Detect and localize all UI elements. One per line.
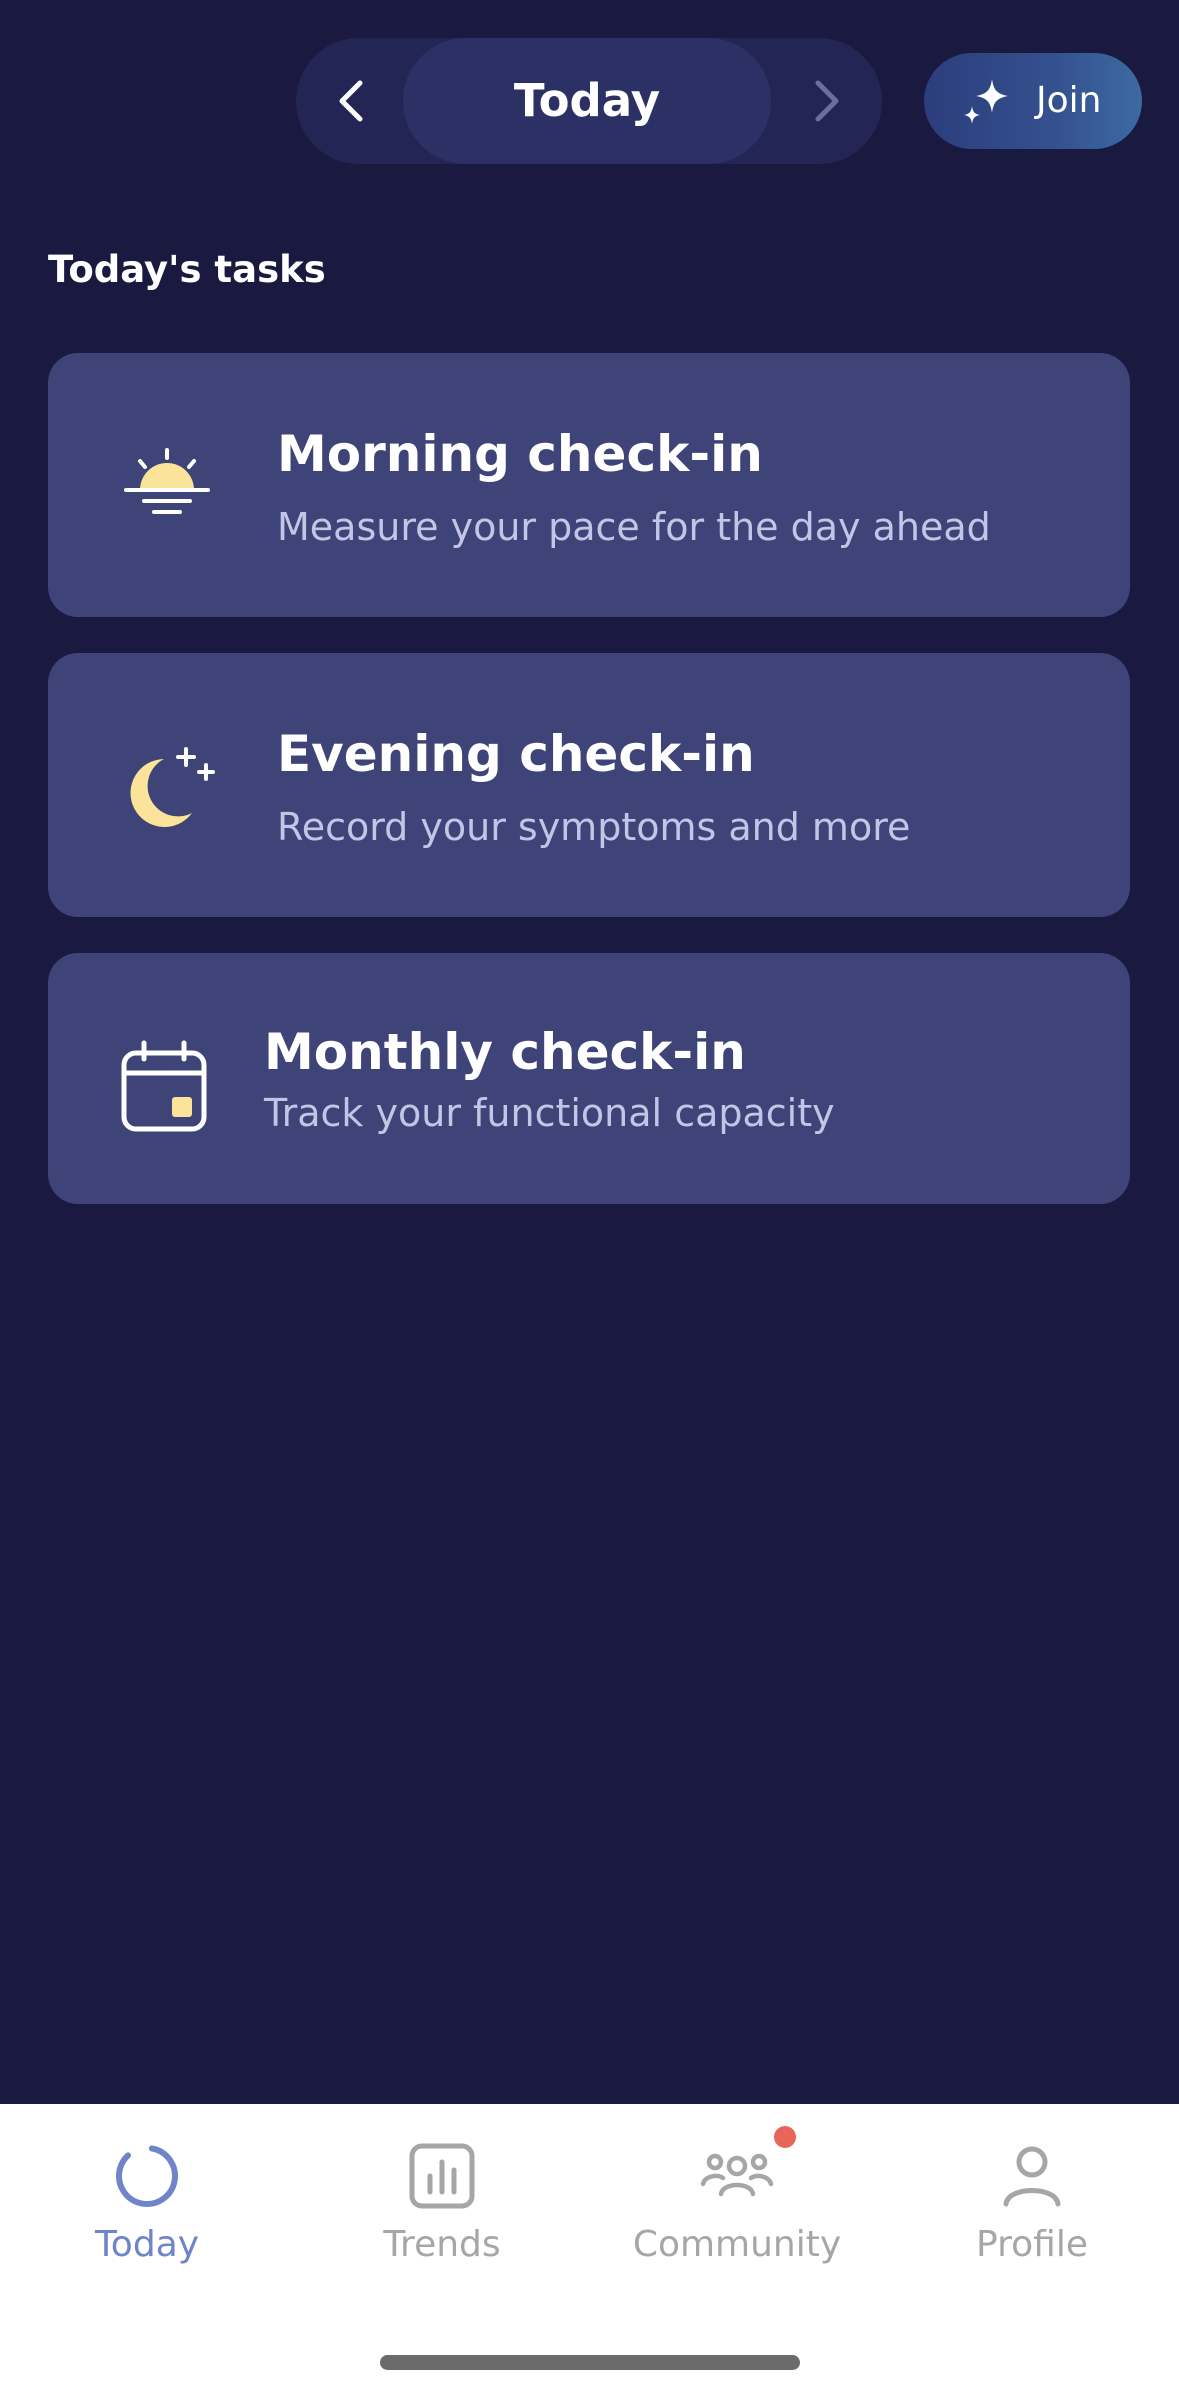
task-subtitle: Record your symptoms and more [277, 805, 911, 849]
home-indicator [380, 2355, 800, 2370]
task-subtitle: Track your functional capacity [264, 1091, 835, 1135]
notification-badge [774, 2126, 796, 2148]
task-title: Monthly check-in [264, 1023, 746, 1081]
task-title: Evening check-in [277, 725, 755, 783]
current-date-label: Today [513, 74, 661, 127]
date-navigator: Today [296, 38, 882, 164]
tab-today[interactable]: Today [0, 2104, 294, 2304]
bottom-tab-bar: Today Trends Community Profile [0, 2104, 1179, 2396]
tab-label: Profile [976, 2224, 1088, 2265]
task-subtitle: Measure your pace for the day ahead [277, 505, 991, 549]
tab-community[interactable]: Community [590, 2104, 884, 2304]
join-button[interactable]: Join [924, 53, 1142, 149]
join-label: Join [1036, 80, 1102, 121]
tab-label: Today [94, 2224, 200, 2265]
morning-check-in-card[interactable]: Morning check-in Measure your pace for t… [48, 353, 1130, 617]
evening-check-in-card[interactable]: Evening check-in Record your symptoms an… [48, 653, 1130, 917]
bar-chart-icon [409, 2143, 475, 2209]
person-icon [1003, 2146, 1061, 2207]
tab-profile[interactable]: Profile [885, 2104, 1179, 2304]
chevron-right-icon[interactable] [796, 71, 856, 131]
sparkle-icon [964, 79, 1008, 124]
tab-trends[interactable]: Trends [295, 2104, 589, 2304]
chevron-left-icon[interactable] [322, 71, 382, 131]
people-icon [700, 2153, 774, 2197]
tab-label: Trends [383, 2224, 501, 2265]
monthly-check-in-card[interactable]: Monthly check-in Track your functional c… [48, 953, 1130, 1204]
calendar-icon [121, 1040, 207, 1132]
task-title: Morning check-in [277, 425, 763, 483]
sunrise-icon [124, 448, 210, 514]
moon-stars-icon [130, 747, 215, 827]
progress-circle-icon [116, 2145, 178, 2207]
section-title: Today's tasks [48, 248, 326, 291]
tab-label: Community [632, 2224, 842, 2265]
